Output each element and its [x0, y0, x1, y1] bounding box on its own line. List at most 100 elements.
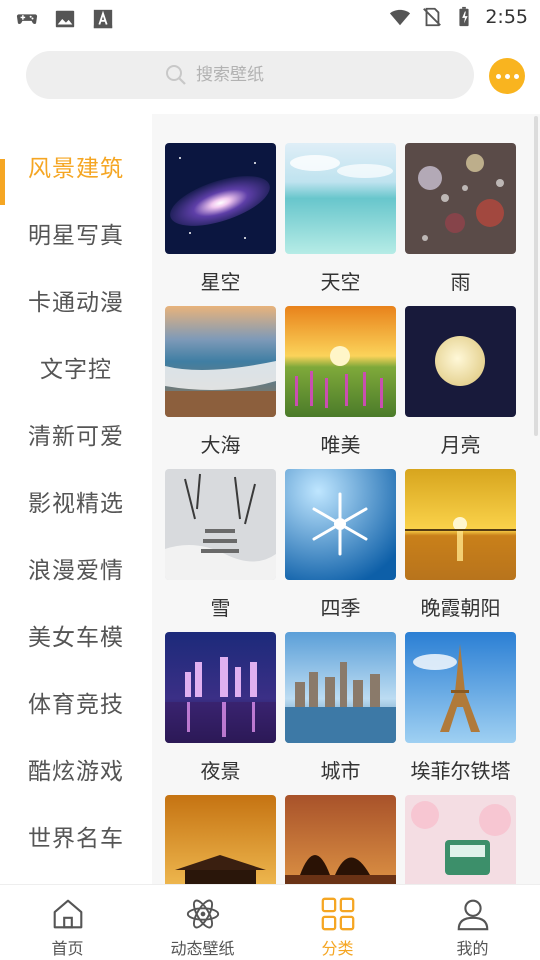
wallpaper-tile-rain[interactable]: 雨 — [405, 143, 516, 306]
status-bar: 2:55 — [0, 0, 540, 36]
category-label: 体育竞技 — [28, 691, 124, 718]
tile-label: 月亮 — [440, 433, 481, 457]
tile-label: 雨 — [450, 270, 471, 294]
gamepad-icon — [16, 14, 38, 25]
sea-thumbnail — [165, 306, 276, 417]
category-label: 卡通动漫 — [28, 289, 124, 316]
more-dot-icon — [513, 73, 519, 79]
wallpaper-tile-city[interactable]: 城市 — [285, 632, 396, 795]
nav-label: 我的 — [456, 939, 489, 958]
nav-label: 分类 — [321, 939, 354, 958]
search-box[interactable] — [26, 51, 474, 99]
tile-label: 四季 — [320, 596, 361, 620]
wallpaper-tile-seasons[interactable]: 四季 — [285, 469, 396, 632]
more-dot-icon — [495, 73, 501, 79]
category-item-games[interactable]: 酷炫游戏 — [0, 735, 152, 802]
image-icon — [55, 10, 75, 28]
wallpaper-grid: 星空 天空 雨 大海 唯美 月亮 雪 四季 晚霞朝阳 夜景 城市 埃菲尔铁塔 — [165, 143, 516, 884]
user-icon — [457, 899, 488, 931]
category-label: 世界名车 — [28, 825, 124, 852]
wallpaper-tile-beautiful[interactable]: 唯美 — [285, 306, 396, 469]
sunset-thumbnail — [405, 469, 516, 580]
tile-label: 雪 — [210, 596, 231, 620]
wallpaper-tile-palace[interactable] — [165, 795, 276, 884]
scrollbar[interactable] — [534, 116, 538, 436]
tile-label: 城市 — [320, 759, 361, 783]
category-item-cute[interactable]: 清新可爱 — [0, 400, 152, 467]
rain-thumbnail — [405, 143, 516, 254]
wallpaper-tile-sea[interactable]: 大海 — [165, 306, 276, 469]
category-item-cars[interactable]: 世界名车 — [0, 802, 152, 869]
trees-thumbnail — [285, 795, 396, 884]
wallpaper-tile-night[interactable]: 夜景 — [165, 632, 276, 795]
search-row — [0, 36, 540, 114]
category-label: 浪漫爱情 — [28, 557, 124, 584]
bottom-nav: 首页 动态壁纸 分类 我的 — [0, 884, 540, 960]
tile-label: 夜景 — [200, 759, 241, 783]
wallpaper-tile-starry[interactable]: 星空 — [165, 143, 276, 306]
nav-category[interactable]: 分类 — [270, 885, 405, 960]
category-item-stars[interactable]: 明星写真 — [0, 199, 152, 266]
wallpaper-tile-moon[interactable]: 月亮 — [405, 306, 516, 469]
grid-icon — [321, 897, 354, 931]
palace-thumbnail — [165, 795, 276, 884]
eiffel-thumbnail — [405, 632, 516, 743]
status-time: 2:55 — [485, 6, 528, 28]
tile-label: 星空 — [200, 270, 241, 294]
sky-thumbnail — [285, 143, 396, 254]
wallpaper-tile-sunset[interactable]: 晚霞朝阳 — [405, 469, 516, 632]
nav-home[interactable]: 首页 — [0, 885, 135, 960]
nav-label: 动态壁纸 — [170, 939, 235, 958]
seasons-thumbnail — [285, 469, 396, 580]
cherry-thumbnail — [405, 795, 516, 884]
font-icon — [93, 9, 113, 29]
nav-live-wallpaper[interactable]: 动态壁纸 — [135, 885, 270, 960]
category-label: 文字控 — [40, 356, 112, 383]
category-label: 风景建筑 — [28, 155, 124, 182]
more-button[interactable] — [489, 58, 525, 94]
galaxy-thumbnail — [165, 143, 276, 254]
tile-label: 晚霞朝阳 — [420, 596, 501, 620]
category-label: 清新可爱 — [28, 423, 124, 450]
status-right-icons: 2:55 — [389, 6, 528, 28]
beautiful-thumbnail — [285, 306, 396, 417]
category-item-romance[interactable]: 浪漫爱情 — [0, 534, 152, 601]
category-label: 美女车模 — [28, 624, 124, 651]
nav-label: 首页 — [51, 939, 84, 958]
tile-label: 大海 — [200, 433, 241, 457]
wallpaper-tile-snow[interactable]: 雪 — [165, 469, 276, 632]
category-label: 明星写真 — [28, 222, 124, 249]
wifi-icon — [390, 9, 411, 26]
no-sim-icon — [423, 7, 442, 27]
wallpaper-tile-cherry[interactable] — [405, 795, 516, 884]
snow-thumbnail — [165, 469, 276, 580]
wallpaper-tile-eiffel[interactable]: 埃菲尔铁塔 — [405, 632, 516, 795]
tile-label: 唯美 — [320, 433, 361, 457]
category-item-scenery[interactable]: 风景建筑 — [0, 132, 152, 205]
search-input[interactable] — [196, 65, 336, 85]
category-item-sports[interactable]: 体育竞技 — [0, 668, 152, 735]
search-icon — [166, 65, 186, 85]
moon-thumbnail — [405, 306, 516, 417]
tile-label: 埃菲尔铁塔 — [410, 759, 511, 783]
battery-icon — [459, 6, 469, 27]
more-dot-icon — [504, 73, 510, 79]
nav-mine[interactable]: 我的 — [405, 885, 540, 960]
status-left-icons — [16, 8, 114, 30]
home-icon — [53, 899, 82, 929]
category-sidebar: 风景建筑 明星写真 卡通动漫 文字控 清新可爱 影视精选 浪漫爱情 美女车模 体… — [0, 114, 152, 884]
category-list: 风景建筑 明星写真 卡通动漫 文字控 清新可爱 影视精选 浪漫爱情 美女车模 体… — [0, 132, 152, 869]
wallpaper-tile-sky[interactable]: 天空 — [285, 143, 396, 306]
category-label: 影视精选 — [28, 490, 124, 517]
category-item-movies[interactable]: 影视精选 — [0, 467, 152, 534]
category-item-text[interactable]: 文字控 — [0, 333, 152, 400]
atom-icon — [186, 899, 219, 929]
city-thumbnail — [285, 632, 396, 743]
wallpaper-tile-trees[interactable] — [285, 795, 396, 884]
category-item-car-models[interactable]: 美女车模 — [0, 601, 152, 668]
category-label: 酷炫游戏 — [28, 758, 124, 785]
night-thumbnail — [165, 632, 276, 743]
category-item-anime[interactable]: 卡通动漫 — [0, 266, 152, 333]
wallpaper-grid-panel: 星空 天空 雨 大海 唯美 月亮 雪 四季 晚霞朝阳 夜景 城市 埃菲尔铁塔 — [152, 114, 540, 884]
tile-label: 天空 — [320, 270, 361, 294]
